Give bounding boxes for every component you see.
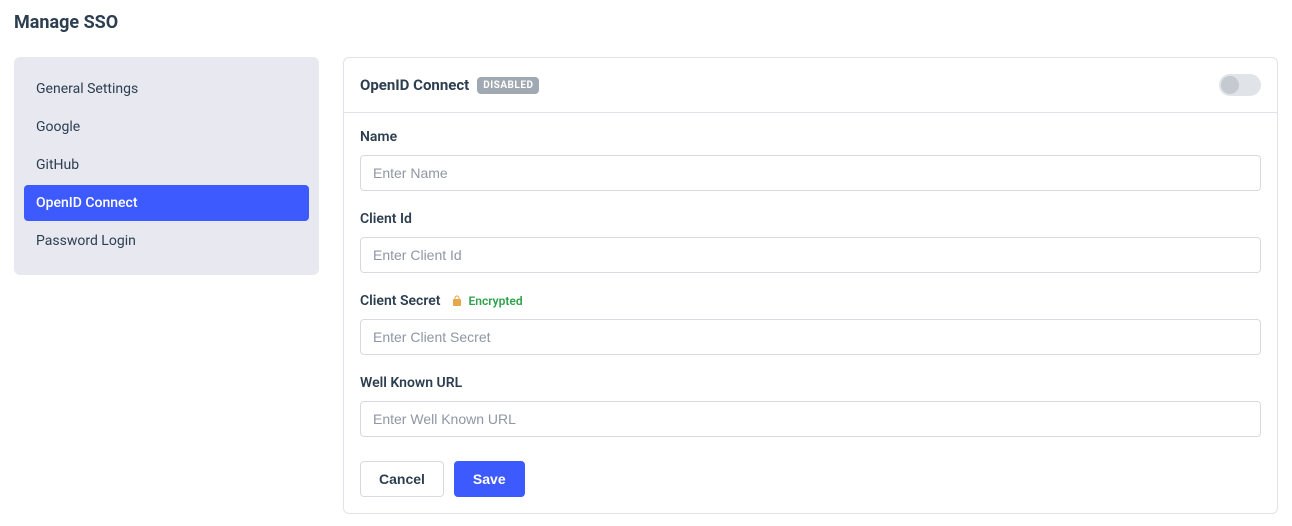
form-group-client-id: Client Id (360, 211, 1261, 273)
panel-header: OpenID Connect DISABLED (344, 58, 1277, 113)
name-input[interactable] (360, 155, 1261, 191)
sidebar-item-openid-connect[interactable]: OpenID Connect (24, 185, 309, 221)
client-secret-input[interactable] (360, 319, 1261, 355)
form-group-well-known-url: Well Known URL (360, 375, 1261, 437)
well-known-url-input[interactable] (360, 401, 1261, 437)
client-id-input[interactable] (360, 237, 1261, 273)
cancel-button[interactable]: Cancel (360, 461, 444, 497)
encrypted-text: Encrypted (469, 294, 523, 308)
sidebar-item-github[interactable]: GitHub (24, 147, 309, 183)
name-label: Name (360, 129, 1261, 145)
enable-toggle[interactable] (1219, 74, 1261, 96)
panel-title: OpenID Connect (360, 76, 469, 94)
encrypted-badge: Encrypted (451, 294, 523, 308)
client-secret-label-text: Client Secret (360, 293, 441, 309)
lock-icon (451, 295, 463, 307)
save-button[interactable]: Save (454, 461, 525, 497)
well-known-url-label: Well Known URL (360, 375, 1261, 391)
client-id-label: Client Id (360, 211, 1261, 227)
sidebar-item-password-login[interactable]: Password Login (24, 223, 309, 259)
sidebar-item-general-settings[interactable]: General Settings (24, 71, 309, 107)
panel-body: Name Client Id Client Secret (344, 113, 1277, 513)
button-row: Cancel Save (360, 461, 1261, 497)
form-group-name: Name (360, 129, 1261, 191)
toggle-knob (1221, 76, 1239, 94)
sidebar-item-google[interactable]: Google (24, 109, 309, 145)
form-group-client-secret: Client Secret Encrypted (360, 293, 1261, 355)
sidebar: General Settings Google GitHub OpenID Co… (14, 57, 319, 275)
client-secret-label: Client Secret Encrypted (360, 293, 1261, 309)
status-badge: DISABLED (477, 77, 539, 94)
page-title: Manage SSO (14, 12, 1278, 33)
main-panel: OpenID Connect DISABLED Name Client Id C… (343, 57, 1278, 514)
